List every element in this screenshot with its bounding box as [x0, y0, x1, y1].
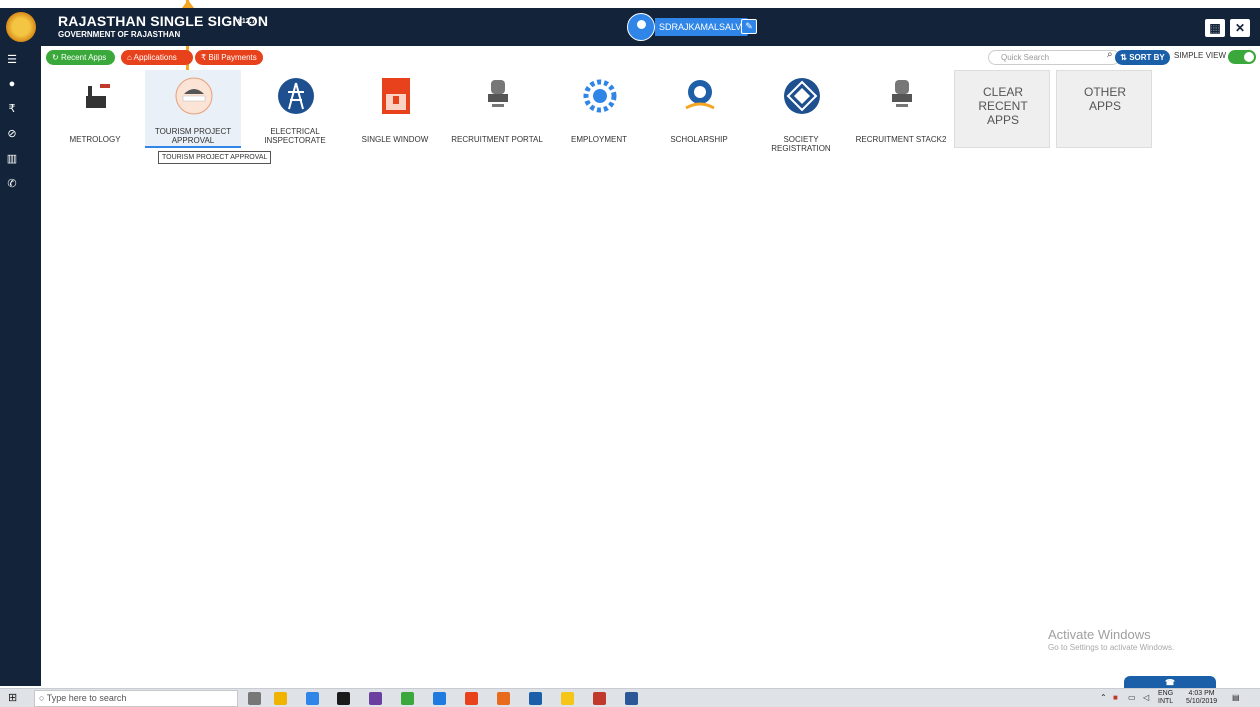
word-icon[interactable]: [625, 692, 638, 705]
app-label: RECRUITMENT STACK2: [855, 135, 947, 144]
app-icon[interactable]: [401, 692, 414, 705]
app-tile-recruitment-portal[interactable]: RECRUITMENT PORTAL: [449, 70, 545, 148]
file-explorer-icon[interactable]: [306, 692, 319, 705]
sort-by-label: SORT BY: [1129, 53, 1165, 62]
app-tile-scholarship[interactable]: SCHOLARSHIP: [651, 70, 747, 148]
firefox-icon[interactable]: [497, 692, 510, 705]
emblem-icon: [488, 80, 508, 107]
menu-icon[interactable]: ☰: [4, 52, 20, 68]
simple-view-toggle[interactable]: [1228, 50, 1256, 64]
visual-studio-icon[interactable]: [369, 692, 382, 705]
society-icon: [784, 78, 820, 114]
app-label: SINGLE WINDOW: [361, 135, 429, 144]
rajasthan-logo-icon[interactable]: [6, 12, 36, 42]
brand-subtitle: GOVERNMENT OF RAJASTHAN: [58, 30, 181, 39]
app-tile-tourism[interactable]: TOURISM PROJECT APPROVAL: [145, 70, 241, 148]
tray-app-icon[interactable]: ■: [1113, 693, 1118, 702]
clock-date: 5/10/2019: [1186, 698, 1218, 705]
store-icon[interactable]: [274, 692, 287, 705]
rupee-icon[interactable]: ₹: [4, 101, 20, 117]
sticky-notes-icon[interactable]: [561, 692, 574, 705]
edit-profile-icon[interactable]: ✎: [741, 19, 757, 34]
clear-recent-apps-button[interactable]: CLEAR RECENT APPS: [954, 70, 1050, 148]
app-tile-employment[interactable]: EMPLOYMENT: [551, 70, 647, 148]
metrology-icon: [86, 84, 110, 108]
applications-button[interactable]: ⌂ Applications: [121, 50, 193, 65]
bill-payments-button[interactable]: ₹ Bill Payments: [195, 50, 263, 65]
rajasthan-tourism-icon: [175, 77, 213, 115]
app-label: SOCIETY REGISTRATION: [771, 135, 831, 153]
volume-icon[interactable]: ◁: [1143, 693, 1149, 702]
windows-start-icon[interactable]: ⊞: [8, 692, 22, 705]
language-indicator[interactable]: ENG INTL: [1158, 690, 1173, 706]
gear-icon: [583, 79, 617, 113]
network-icon[interactable]: ▭: [1128, 693, 1136, 702]
check-circle-icon[interactable]: ⊘: [4, 126, 20, 142]
powerpoint-icon[interactable]: [593, 692, 606, 705]
clear-recent-apps-label: CLEAR RECENT APPS: [978, 85, 1028, 127]
taskbar-search-placeholder: Type here to search: [46, 693, 127, 703]
tray-chevron-icon[interactable]: ⌃: [1100, 693, 1107, 702]
app-label: RECRUITMENT PORTAL: [451, 135, 543, 144]
single-window-icon: [382, 78, 410, 114]
electric-tower-icon: [278, 78, 314, 114]
taskbar-search-input[interactable]: ○ Type here to search: [34, 690, 238, 707]
brand-title: RAJASTHAN SINGLE SIGN ON: [58, 13, 269, 29]
emblem-icon: [892, 80, 912, 107]
recent-apps-label: Recent Apps: [60, 53, 107, 62]
app-label: TOURISM PROJECT APPROVAL: [154, 127, 232, 145]
bill-payments-label: Bill Payments: [208, 53, 257, 62]
sort-by-button[interactable]: ⇅ SORT BY: [1115, 50, 1170, 65]
user-icon[interactable]: ●: [4, 76, 20, 92]
notifications-icon[interactable]: ▤: [1232, 693, 1240, 702]
activate-windows-hint: Go to Settings to activate Windows.: [1048, 643, 1175, 652]
simple-view-label: SIMPLE VIEW: [1174, 51, 1227, 60]
app-tile-recruitment-stack2[interactable]: RECRUITMENT STACK2: [853, 70, 949, 148]
other-apps-label: OTHER APPS: [1084, 85, 1126, 113]
app-label: SCHOLARSHIP: [670, 135, 728, 144]
microphone-icon[interactable]: [248, 692, 261, 705]
layout-label: INTL: [1158, 698, 1174, 705]
sidebar: ☰ ● ₹ ⊘ ▥ ✆: [0, 46, 41, 686]
clock[interactable]: 4:03 PM 5/10/2019: [1186, 690, 1217, 706]
scholarship-icon: [685, 80, 715, 110]
mail-icon[interactable]: [337, 692, 350, 705]
quick-search-input[interactable]: Quick Search: [988, 50, 1120, 65]
app-label: METROLOGY: [69, 135, 121, 144]
edge-icon[interactable]: [433, 692, 446, 705]
app-tile-society[interactable]: SOCIETY REGISTRATION: [753, 70, 849, 153]
app-tile-single-window[interactable]: SINGLE WINDOW: [347, 70, 443, 148]
app-label: EMPLOYMENT: [570, 135, 627, 144]
recent-apps-button[interactable]: ↻ Recent Apps: [46, 50, 115, 65]
app-header: RAJASTHAN SINGLE SIGN ON v12.7 GOVERNMEN…: [0, 8, 1260, 46]
bar-chart-icon[interactable]: ▥: [4, 151, 20, 167]
activate-windows-title: Activate Windows: [1048, 627, 1151, 642]
user-avatar[interactable]: [627, 13, 655, 41]
windows-taskbar: ⊞ ○ Type here to search ⌃ ■ ▭ ◁ ENG INTL…: [0, 688, 1260, 707]
app-label: ELECTRICAL INSPECTORATE: [264, 127, 326, 145]
brand-version: v12.7: [238, 18, 256, 25]
grid-menu-icon[interactable]: ▦: [1205, 19, 1225, 37]
language-label: ENG: [1158, 690, 1174, 697]
app-tile-metrology[interactable]: METROLOGY: [47, 70, 143, 148]
helpdesk-button[interactable]: ☎: [1124, 676, 1216, 688]
chrome-icon[interactable]: [465, 692, 478, 705]
clock-time: 4:03 PM: [1188, 690, 1215, 697]
tooltip: TOURISM PROJECT APPROVAL: [158, 151, 272, 164]
search-icon[interactable]: ⌕: [1107, 49, 1113, 60]
other-apps-button[interactable]: OTHER APPS: [1056, 70, 1152, 148]
applications-label: Applications: [133, 53, 177, 62]
user-name[interactable]: SDRAJKAMALSALVI: [655, 18, 748, 36]
close-icon[interactable]: ✕: [1230, 19, 1250, 37]
app-tile-electrical[interactable]: ELECTRICAL INSPECTORATE: [247, 70, 343, 148]
toolbar: ↻ Recent Apps ⌂ Applications ₹ Bill Paym…: [41, 47, 1260, 67]
phone-icon[interactable]: ✆: [4, 176, 20, 192]
annotation-arrow-head: [182, 0, 194, 8]
photos-icon[interactable]: [529, 692, 542, 705]
